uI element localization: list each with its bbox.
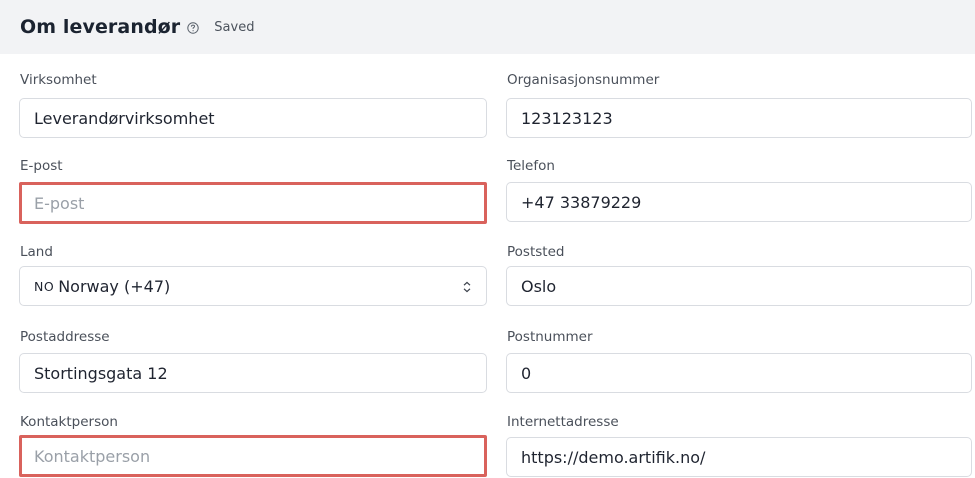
virksomhet-label: Virksomhet bbox=[20, 72, 97, 88]
section-header: Om leverandør Saved bbox=[0, 0, 975, 54]
postnummer-label: Postnummer bbox=[507, 329, 593, 345]
kontaktperson-placeholder: Kontaktperson bbox=[34, 446, 151, 466]
postaddresse-label: Postaddresse bbox=[20, 329, 110, 345]
postaddresse-input[interactable]: Stortingsgata 12 bbox=[19, 353, 487, 393]
organisasjonsnummer-label: Organisasjonsnummer bbox=[507, 72, 660, 88]
kontaktperson-input[interactable]: Kontaktperson bbox=[19, 435, 487, 477]
land-label: Land bbox=[20, 244, 53, 260]
kontaktperson-label: Kontaktperson bbox=[20, 414, 118, 430]
telefon-input[interactable]: +47 33879229 bbox=[506, 182, 972, 222]
virksomhet-input[interactable]: Leverandørvirksomhet bbox=[19, 98, 487, 138]
poststed-value: Oslo bbox=[521, 276, 557, 296]
help-icon[interactable] bbox=[186, 21, 200, 35]
land-value: Norway (+47) bbox=[58, 276, 171, 296]
internettadresse-value: https://demo.artifik.no/ bbox=[521, 447, 706, 467]
poststed-input[interactable]: Oslo bbox=[506, 266, 972, 306]
postnummer-value: 0 bbox=[521, 363, 532, 383]
epost-placeholder: E-post bbox=[34, 193, 85, 213]
postaddresse-value: Stortingsgata 12 bbox=[34, 363, 168, 383]
virksomhet-value: Leverandørvirksomhet bbox=[34, 108, 215, 128]
telefon-label: Telefon bbox=[507, 158, 555, 174]
postnummer-input[interactable]: 0 bbox=[506, 353, 972, 393]
telefon-value: +47 33879229 bbox=[521, 192, 642, 212]
organisasjonsnummer-input[interactable]: 123123123 bbox=[506, 98, 972, 138]
internettadresse-label: Internettadresse bbox=[507, 414, 619, 430]
chevron-up-down-icon bbox=[462, 279, 472, 293]
epost-label: E-post bbox=[20, 158, 63, 174]
organisasjonsnummer-value: 123123123 bbox=[521, 108, 613, 128]
save-status: Saved bbox=[214, 20, 255, 35]
section-title: Om leverandør bbox=[20, 16, 181, 38]
country-flag-code: NO bbox=[34, 278, 55, 294]
land-select[interactable]: NO Norway (+47) bbox=[19, 266, 487, 306]
poststed-label: Poststed bbox=[507, 244, 565, 260]
internettadresse-input[interactable]: https://demo.artifik.no/ bbox=[506, 437, 972, 477]
epost-input[interactable]: E-post bbox=[19, 182, 487, 224]
